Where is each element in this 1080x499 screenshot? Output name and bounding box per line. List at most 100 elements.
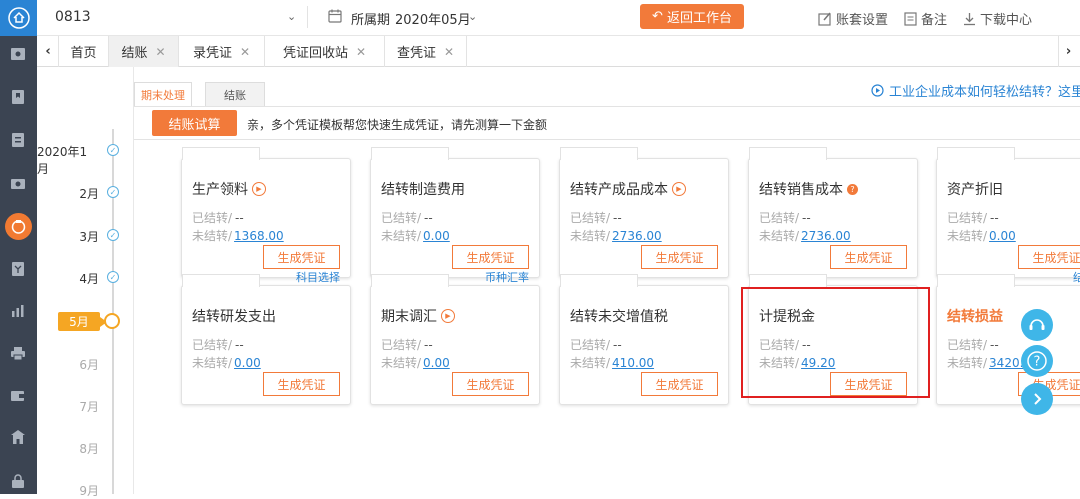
return-label: 返回工作台	[666, 11, 732, 26]
closing-icon[interactable]	[5, 213, 32, 240]
done-value: --	[424, 338, 433, 352]
undone-amount[interactable]: 0.00	[989, 229, 1016, 243]
account-settings-button[interactable]: 账套设置	[818, 9, 888, 28]
card-link[interactable]: 结转	[1073, 269, 1080, 285]
generate-voucher-button[interactable]: 生成凭证	[641, 245, 718, 269]
ledger-icon[interactable]	[9, 260, 27, 278]
month-label[interactable]: 6月	[79, 356, 99, 373]
done-label: 已结转/	[381, 338, 422, 352]
closing-card: 资产折旧 已结转/-- 未结转/0.00 生成凭证	[936, 147, 1080, 278]
card-title-text: 生产领料	[192, 182, 248, 198]
camera-icon[interactable]	[9, 174, 27, 192]
done-value: --	[613, 211, 622, 225]
card-link[interactable]: 科目选择	[296, 269, 340, 285]
close-icon[interactable]: ✕	[444, 45, 454, 59]
close-icon[interactable]: ✕	[356, 45, 366, 59]
active-month-dot	[104, 313, 120, 329]
help-link-label: 工业企业成本如何轻松结转？这里有	[889, 85, 1080, 100]
generate-voucher-button[interactable]: 生成凭证	[641, 372, 718, 396]
card-undone-line: 未结转/0.00	[381, 227, 450, 244]
tab-label: 凭证回收站	[282, 46, 348, 61]
card-done-line: 已结转/--	[570, 209, 622, 226]
main-panel: 期末处理 结账 工业企业成本如何轻松结转？这里有 结账试算 亲，多个凭证模板帮您…	[134, 67, 1080, 494]
tab-enter-voucher[interactable]: 录凭证 ✕	[178, 36, 264, 67]
card-folder-tab	[182, 147, 260, 160]
undone-amount[interactable]: 0.00	[234, 356, 261, 370]
support-icon[interactable]	[1021, 309, 1053, 341]
closing-trial-button[interactable]: 结账试算	[152, 110, 237, 136]
card-title-text: 结转销售成本	[759, 182, 843, 198]
card-done-line: 已结转/--	[570, 336, 622, 353]
closing-card: 结转未交增值税 已结转/-- 未结转/410.00 生成凭证	[559, 274, 729, 405]
period-selector[interactable]: 2020年05月	[395, 9, 471, 28]
home-icon[interactable]	[0, 0, 37, 36]
return-workbench-button[interactable]: ↶ 返回工作台	[640, 4, 744, 29]
done-label: 已结转/	[947, 211, 988, 225]
card-title: 结转损益	[947, 306, 1003, 326]
undone-label: 未结转/	[947, 356, 988, 370]
close-icon[interactable]: ✕	[240, 45, 250, 59]
question-icon[interactable]: ?	[847, 183, 858, 195]
card-title-text: 期末调汇	[381, 309, 437, 325]
generate-voucher-button[interactable]: 生成凭证	[830, 245, 907, 269]
lock-icon[interactable]	[9, 472, 27, 490]
notes-button[interactable]: 备注	[904, 9, 947, 28]
card-folder-tab	[560, 274, 638, 287]
card-link[interactable]: 币种汇率	[485, 269, 529, 285]
chevron-down-icon[interactable]: ⌄	[468, 10, 477, 23]
undone-amount[interactable]: 0.00	[423, 356, 450, 370]
print-icon[interactable]	[9, 344, 27, 362]
tab-query-voucher[interactable]: 查凭证 ✕	[384, 36, 467, 67]
wallet-icon[interactable]	[9, 386, 27, 404]
undone-amount[interactable]: 2736.00	[612, 229, 662, 243]
card-undone-line: 未结转/2736.00	[570, 227, 662, 244]
company-selector[interactable]: 0813	[55, 9, 91, 25]
card-done-line: 已结转/--	[947, 336, 999, 353]
play-icon[interactable]: ▶	[672, 182, 686, 196]
undone-amount[interactable]: 0.00	[423, 229, 450, 243]
tab-label: 结账	[121, 46, 148, 61]
help-link[interactable]: 工业企业成本如何轻松结转？这里有	[871, 81, 1080, 100]
report-icon[interactable]	[9, 302, 27, 320]
undone-label: 未结转/	[381, 229, 422, 243]
download-icon	[964, 12, 975, 25]
generate-voucher-button[interactable]: 生成凭证	[452, 372, 529, 396]
help-icon[interactable]: ?	[1021, 345, 1053, 377]
chevron-right-icon[interactable]: ›	[1058, 36, 1078, 67]
tab-voucher-recycle[interactable]: 凭证回收站 ✕	[264, 36, 384, 67]
building-icon[interactable]	[9, 428, 27, 446]
play-icon[interactable]: ▶	[252, 182, 266, 196]
next-arrow-icon[interactable]	[1021, 383, 1053, 415]
chevron-left-icon[interactable]: ‹	[38, 36, 58, 67]
undone-amount[interactable]: 2736.00	[801, 229, 851, 243]
bookmark-icon[interactable]	[9, 88, 27, 106]
generate-voucher-button[interactable]: 生成凭证	[263, 245, 340, 269]
generate-voucher-button[interactable]: 生成凭证	[452, 245, 529, 269]
subtab-period-end[interactable]: 期末处理	[134, 82, 192, 106]
month-label[interactable]: 3月	[79, 228, 99, 245]
undone-label: 未结转/	[759, 229, 800, 243]
document-icon[interactable]	[9, 131, 27, 149]
tab-closing[interactable]: 结账 ✕	[108, 36, 178, 67]
month-label[interactable]: 2020年1月	[37, 143, 99, 177]
close-icon[interactable]: ✕	[155, 45, 165, 59]
month-label[interactable]: 4月	[79, 270, 99, 287]
download-center-button[interactable]: 下载中心	[963, 9, 1032, 28]
tab-home[interactable]: 首页	[58, 36, 108, 67]
month-label[interactable]: 9月	[79, 482, 99, 499]
subtab-closing[interactable]: 结账	[205, 82, 265, 106]
play-icon[interactable]: ▶	[441, 309, 455, 323]
month-label[interactable]: 2月	[79, 185, 99, 202]
undone-label: 未结转/	[381, 356, 422, 370]
undone-amount[interactable]: 1368.00	[234, 229, 284, 243]
voucher-icon[interactable]	[9, 45, 27, 63]
generate-voucher-button[interactable]: 生成凭证	[1018, 245, 1080, 269]
chevron-down-icon[interactable]: ⌄	[287, 10, 296, 23]
done-value: --	[235, 338, 244, 352]
undone-amount[interactable]: 410.00	[612, 356, 654, 370]
card-undone-line: 未结转/3420.0	[947, 354, 1031, 371]
generate-voucher-button[interactable]: 生成凭证	[263, 372, 340, 396]
month-label[interactable]: 7月	[79, 398, 99, 415]
active-month-badge[interactable]: 5月	[58, 312, 107, 331]
month-label[interactable]: 8月	[79, 440, 99, 457]
